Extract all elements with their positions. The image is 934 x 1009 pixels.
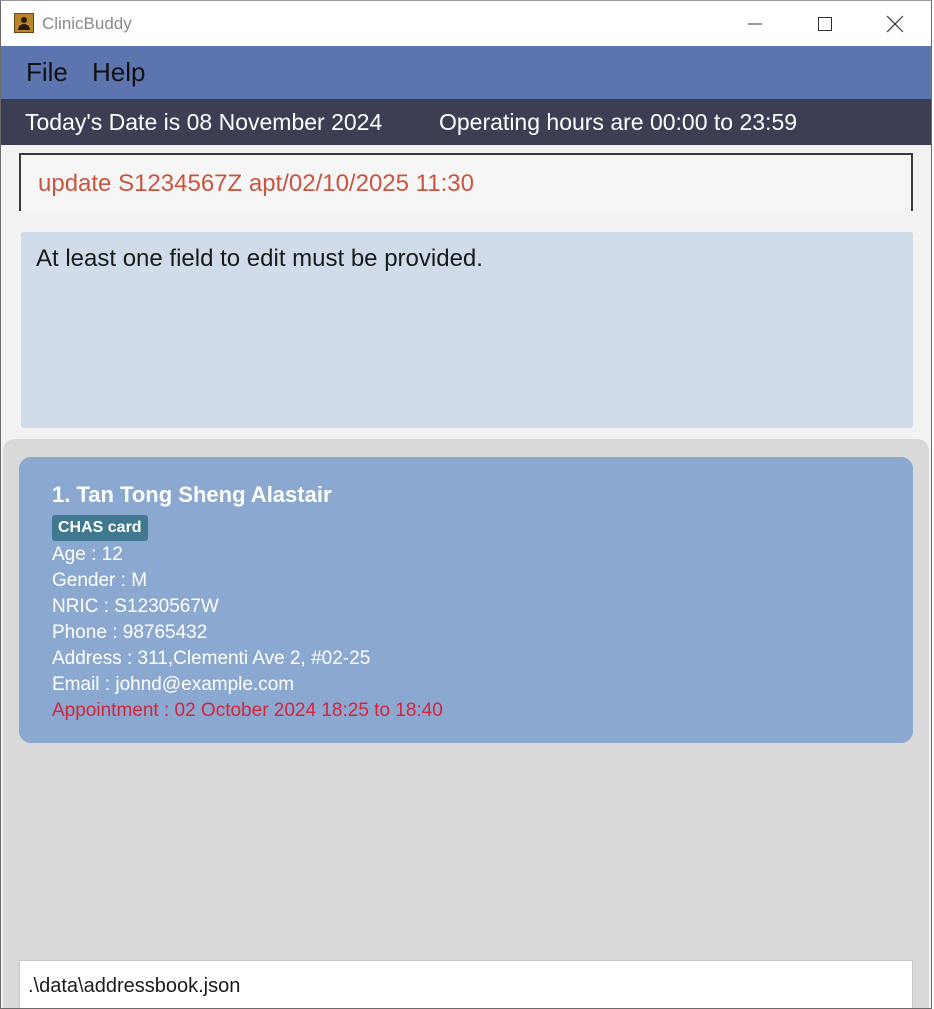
app-window: ClinicBuddy File Help Today's Date is 08… bbox=[0, 0, 932, 1009]
person-icon bbox=[14, 13, 34, 33]
menu-file[interactable]: File bbox=[26, 57, 68, 87]
minimize-icon bbox=[748, 23, 762, 24]
person-age: Age : 12 bbox=[52, 544, 123, 565]
close-button[interactable] bbox=[861, 1, 929, 46]
person-email: Email : johnd@example.com bbox=[52, 674, 295, 695]
menu-bar: File Help bbox=[1, 46, 931, 99]
window-title: ClinicBuddy bbox=[42, 14, 132, 33]
person-nric: NRIC : S1230567W bbox=[52, 596, 219, 617]
person-phone: Phone : 98765432 bbox=[52, 622, 208, 643]
person-appointment: Appointment : 02 October 2024 18:25 to 1… bbox=[52, 700, 443, 721]
title-bar: ClinicBuddy bbox=[1, 1, 931, 46]
minimize-button[interactable] bbox=[721, 1, 789, 46]
person-gender: Gender : M bbox=[52, 570, 148, 591]
command-input-text: update S1234567Z apt/02/10/2025 11:30 bbox=[38, 170, 474, 197]
maximize-icon bbox=[818, 16, 832, 31]
operating-hours-label: Operating hours are 00:00 to 23:59 bbox=[439, 109, 798, 135]
close-icon bbox=[886, 15, 904, 32]
tag-badge: CHAS card bbox=[52, 515, 148, 541]
person-card[interactable]: 1. Tan Tong Sheng Alastair CHAS card Age… bbox=[19, 457, 913, 743]
save-file-path: .\data\addressbook.json bbox=[28, 975, 241, 997]
command-input[interactable]: update S1234567Z apt/02/10/2025 11:30 bbox=[19, 153, 913, 211]
todays-date-label: Today's Date is 08 November 2024 bbox=[25, 109, 383, 135]
status-bar: Today's Date is 08 November 2024 Operati… bbox=[1, 99, 931, 145]
maximize-button[interactable] bbox=[791, 1, 859, 46]
status-footer: .\data\addressbook.json bbox=[19, 960, 913, 1008]
result-display: At least one field to edit must be provi… bbox=[21, 232, 913, 428]
person-address: Address : 311,Clementi Ave 2, #02-25 bbox=[52, 648, 371, 669]
result-message: At least one field to edit must be provi… bbox=[36, 245, 483, 272]
menu-help[interactable]: Help bbox=[92, 57, 145, 87]
person-name: 1. Tan Tong Sheng Alastair bbox=[52, 482, 332, 507]
